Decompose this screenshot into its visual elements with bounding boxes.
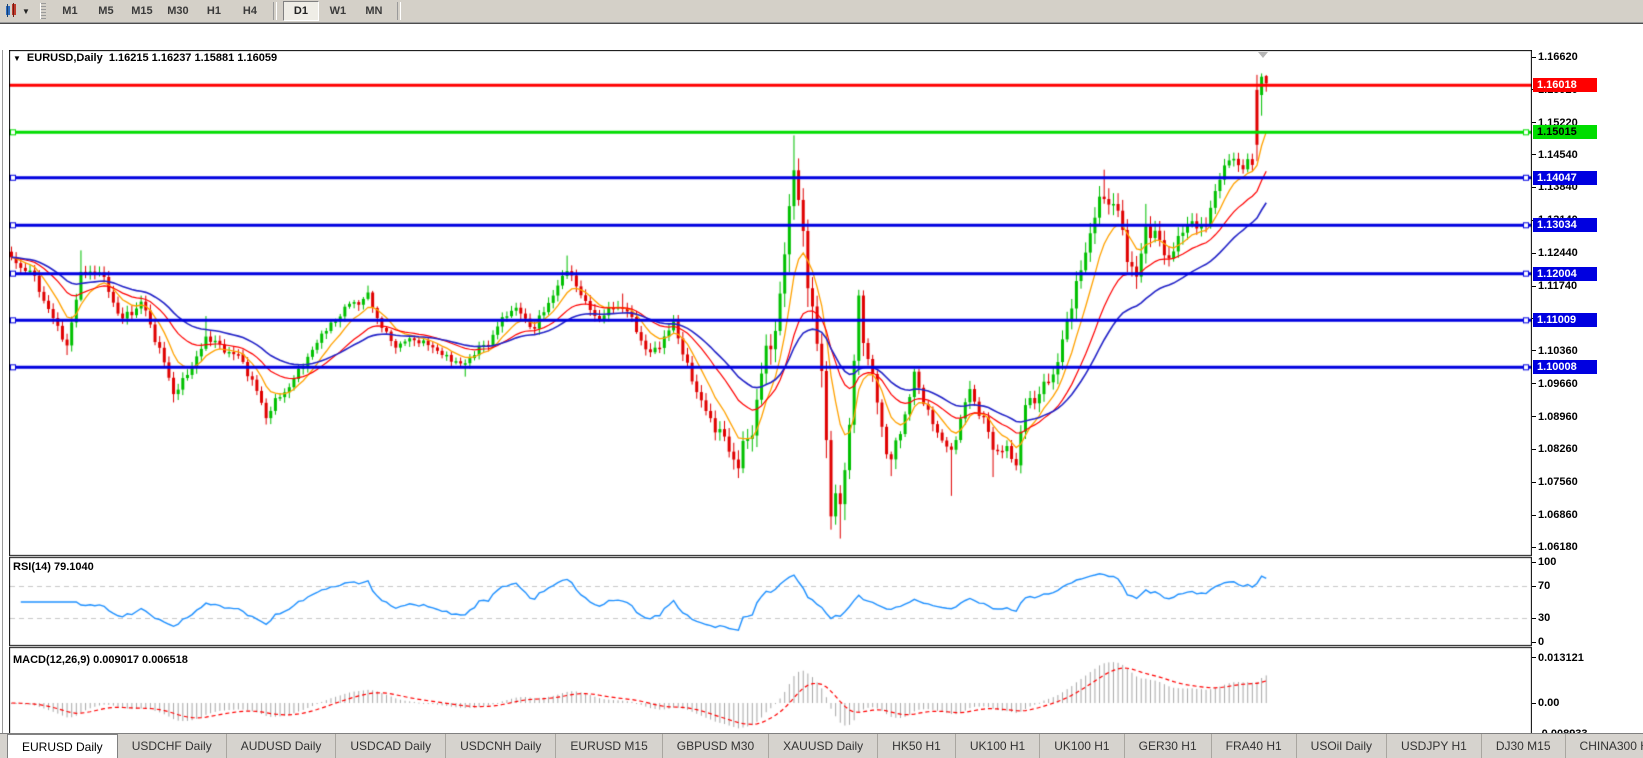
rsi-axis-label: 70 — [1538, 579, 1550, 593]
icon-wick-red — [13, 3, 14, 17]
chart-tab-usdcad-daily[interactable]: USDCAD Daily — [335, 734, 445, 758]
chart-symbol: EURUSD,Daily — [27, 52, 103, 64]
rsi-axis-label: 30 — [1538, 611, 1550, 625]
price-axis-tick — [1532, 253, 1536, 254]
chart-tab-audusd-daily[interactable]: AUDUSD Daily — [226, 734, 336, 758]
timeframe-toolbar: ▼ M1M5M15M30H1H4 D1W1MN — [0, 0, 1643, 23]
toolbar-separator — [397, 2, 401, 20]
chart-tab-eurusd-m15[interactable]: EURUSD M15 — [555, 734, 661, 758]
macd-axis-label: 0.00 — [1538, 696, 1559, 710]
price-axis-tick — [1532, 57, 1536, 58]
macd-axis-label: 0.013121 — [1538, 651, 1584, 665]
chart-tab-fra40-h1[interactable]: FRA40 H1 — [1211, 734, 1296, 758]
chart-shift-marker-icon[interactable] — [1258, 52, 1268, 58]
price-axis-tick — [1532, 416, 1536, 417]
chart-ohlc-values: 1.16215 1.16237 1.15881 1.16059 — [109, 52, 277, 64]
price-axis-label: 1.08260 — [1538, 442, 1578, 456]
chart-tab-usdcnh-daily[interactable]: USDCNH Daily — [445, 734, 555, 758]
window-left-edge — [2, 50, 3, 738]
rsi-indicator-label: RSI(14) 79.1040 — [13, 560, 94, 574]
toolbar-separator — [273, 2, 277, 20]
candlestick-cursor-icon[interactable] — [4, 4, 20, 18]
price-axis-label: 1.06860 — [1538, 508, 1578, 522]
price-axis-tick — [1532, 482, 1536, 483]
timeframe-button-h4[interactable]: H4 — [233, 2, 267, 20]
symbol-dropdown-icon[interactable]: ▼ — [13, 54, 21, 63]
price-axis-label: 1.16620 — [1538, 50, 1578, 64]
rsi-axis-tick — [1532, 642, 1536, 643]
price-axis-tick — [1532, 383, 1536, 384]
timeframe-button-w1[interactable]: W1 — [321, 2, 355, 20]
chart-tab-usdchf-daily[interactable]: USDCHF Daily — [118, 734, 226, 758]
rsi-axis-tick — [1532, 618, 1536, 619]
price-axis-tick — [1532, 122, 1536, 123]
icon-wick-blue — [7, 4, 8, 17]
macd-axis-tick — [1532, 703, 1536, 704]
application-window: ▼ M1M5M15M30H1H4 D1W1MN ▼ EURUSD,Daily 1.1… — [0, 0, 1643, 757]
chart-title: ▼ EURUSD,Daily 1.16215 1.16237 1.15881 1.… — [13, 52, 277, 64]
metatrader-terminal: { "toolbar": { "timeframes": ["M1","M5",… — [0, 0, 1643, 757]
timeframe-button-m15[interactable]: M15 — [125, 2, 159, 20]
timeframe-button-m30[interactable]: M30 — [161, 2, 195, 20]
price-axis-label: 1.12440 — [1538, 246, 1578, 260]
price-axis-tick — [1532, 154, 1536, 155]
chart-tab-hk50-h1[interactable]: HK50 H1 — [877, 734, 955, 758]
hline-price-badge: 1.15015 — [1533, 125, 1597, 139]
price-axis-label: 1.08960 — [1538, 410, 1578, 424]
timeframe-buttons: M1M5M15M30H1H4 D1W1MN — [52, 1, 406, 21]
price-axis-tick — [1532, 449, 1536, 450]
rsi-axis-label: 0 — [1538, 635, 1544, 649]
chart-tab-uk100-h1[interactable]: UK100 H1 — [955, 734, 1039, 758]
chart-tab-dj30-m15[interactable]: DJ30 M15 — [1481, 734, 1565, 758]
rsi-axis-tick — [1532, 562, 1536, 563]
chart-tab-eurusd-daily[interactable]: EURUSD Daily — [7, 734, 118, 758]
price-axis-label: 1.11740 — [1538, 279, 1577, 293]
price-axis-tick — [1532, 515, 1536, 516]
chart-tab-china300-h4[interactable]: CHINA300 H4 — [1565, 734, 1643, 758]
chart-tab-bar: EURUSD DailyUSDCHF DailyAUDUSD DailyUSDC… — [0, 733, 1643, 758]
rsi-axis-tick — [1532, 586, 1536, 587]
price-chart-canvas[interactable] — [9, 50, 1532, 738]
toolbar-grip-handle[interactable] — [40, 3, 46, 19]
hline-price-badge: 1.16018 — [1533, 78, 1597, 92]
price-axis-tick — [1532, 547, 1536, 548]
chart-window: ▼ EURUSD,Daily 1.16215 1.16237 1.15881 1.… — [0, 23, 1643, 734]
timeframe-button-mn[interactable]: MN — [357, 2, 391, 20]
rsi-axis-label: 100 — [1538, 555, 1556, 569]
chart-tab-gbpusd-m30[interactable]: GBPUSD M30 — [662, 734, 768, 758]
hline-price-badge: 1.14047 — [1533, 171, 1597, 185]
price-axis-label: 1.06180 — [1538, 540, 1578, 554]
hline-price-badge: 1.11009 — [1533, 313, 1597, 327]
timeframe-button-h1[interactable]: H1 — [197, 2, 231, 20]
chart-tab-uk100-h1[interactable]: UK100 H1 — [1039, 734, 1123, 758]
timeframe-button-m5[interactable]: M5 — [89, 2, 123, 20]
macd-axis-tick — [1532, 657, 1536, 658]
chevron-down-icon[interactable]: ▼ — [22, 7, 30, 16]
chart-tab-usoil-daily[interactable]: USOil Daily — [1296, 734, 1386, 758]
price-axis-label: 1.07560 — [1538, 475, 1578, 489]
macd-indicator-label: MACD(12,26,9) 0.009017 0.006518 — [13, 653, 188, 667]
chart-tabs: EURUSD DailyUSDCHF DailyAUDUSD DailyUSDC… — [7, 734, 1643, 758]
hline-price-badge: 1.13034 — [1533, 218, 1597, 232]
chart-tab-xauusd-daily[interactable]: XAUUSD Daily — [768, 734, 877, 758]
price-axis-tick — [1532, 350, 1536, 351]
hline-price-badge: 1.12004 — [1533, 267, 1597, 281]
timeframe-button-m1[interactable]: M1 — [53, 2, 87, 20]
timeframe-button-d1[interactable]: D1 — [283, 1, 319, 21]
hline-price-badge: 1.10008 — [1533, 360, 1597, 374]
price-axis-tick — [1532, 187, 1536, 188]
price-axis-tick — [1532, 286, 1536, 287]
price-axis-label: 1.10360 — [1538, 344, 1578, 358]
price-axis-label: 1.09660 — [1538, 377, 1578, 391]
chart-tab-usdjpy-h1[interactable]: USDJPY H1 — [1386, 734, 1481, 758]
price-axis-label: 1.14540 — [1538, 148, 1578, 162]
chart-tab-ger30-h1[interactable]: GER30 H1 — [1124, 734, 1211, 758]
